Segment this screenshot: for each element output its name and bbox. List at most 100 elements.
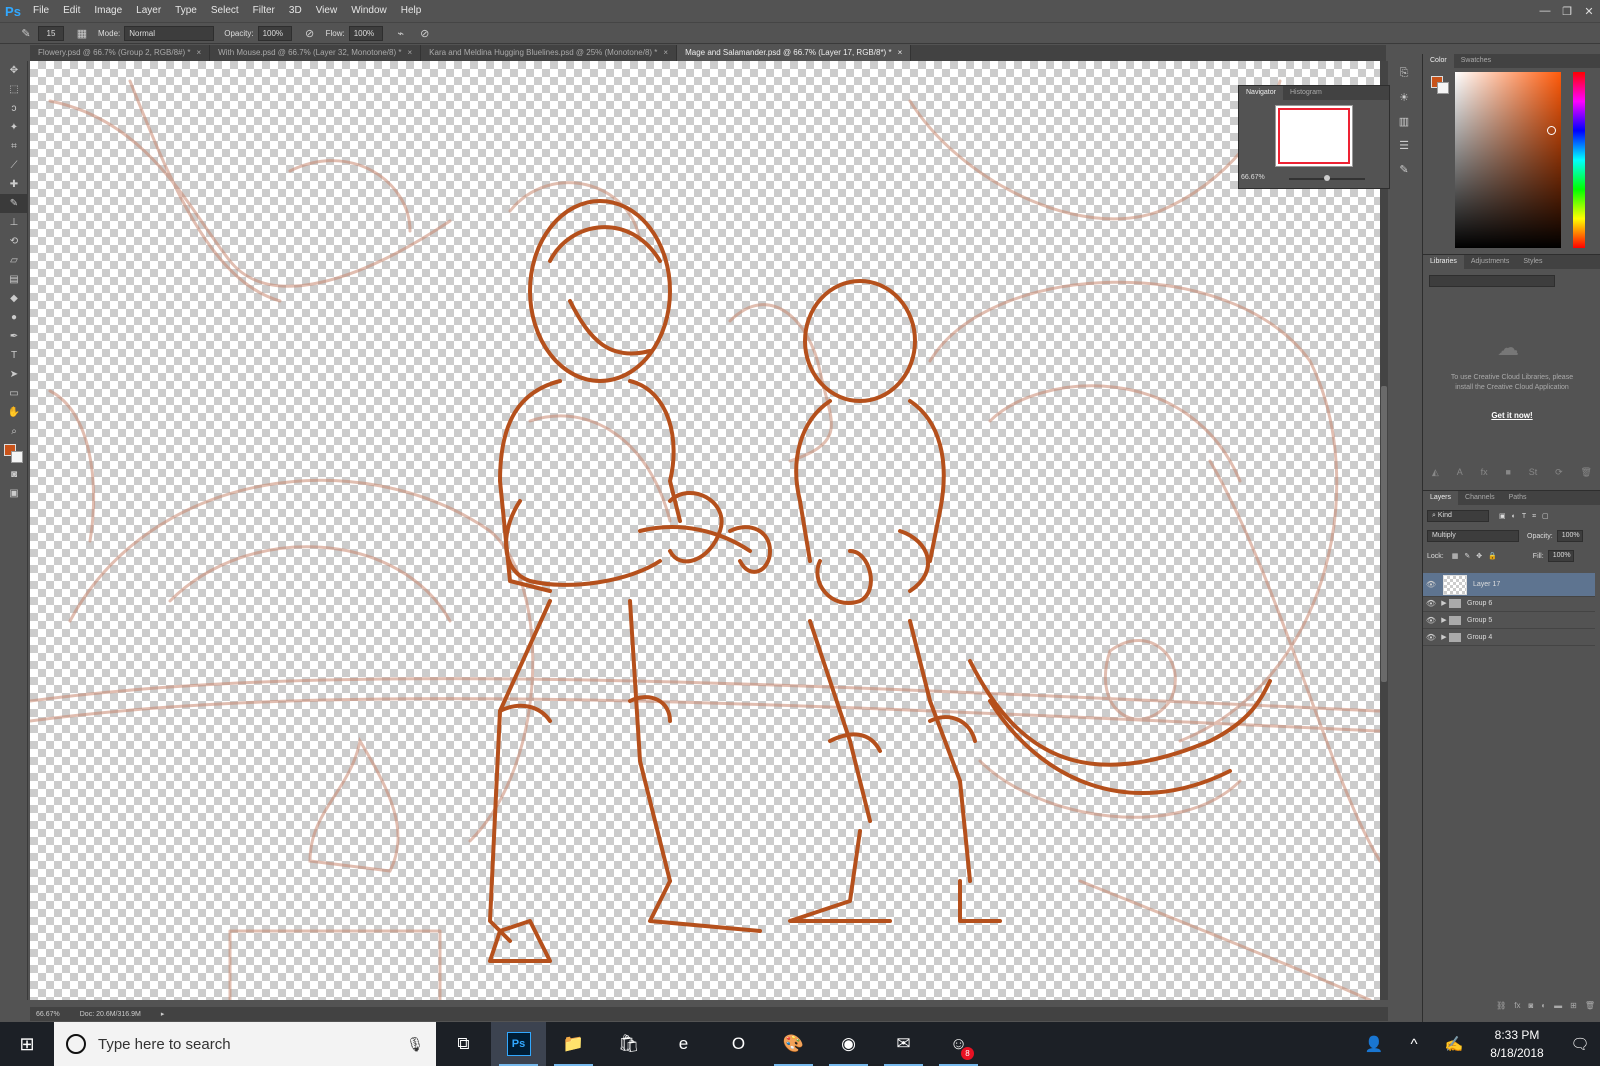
tab-color[interactable]: Color (1423, 54, 1454, 68)
pressure-opacity-icon[interactable]: ⊘ (302, 25, 318, 41)
link-layers-icon[interactable]: ⛓ (1496, 1001, 1506, 1015)
layer-row[interactable]: 👁 ▶ Group 6 (1423, 595, 1595, 612)
brush-preset-icon[interactable]: ✎ (18, 25, 34, 41)
histogram-panel-icon[interactable]: ▥ (1394, 109, 1414, 133)
menu-file[interactable]: File (26, 0, 56, 22)
menu-3d[interactable]: 3D (282, 0, 309, 22)
library-select[interactable] (1429, 275, 1555, 287)
path-select-icon[interactable]: ➤ (0, 365, 28, 384)
color-picker-field[interactable] (1455, 72, 1561, 248)
flow-input[interactable]: 100% (348, 25, 383, 41)
layer-style-icon[interactable]: fx (1514, 1001, 1520, 1015)
layer-row[interactable]: 👁 ▶ Group 4 (1423, 629, 1595, 646)
menu-window[interactable]: Window (344, 0, 394, 22)
layer-opacity-input[interactable]: 100% (1556, 530, 1583, 542)
pressure-size-icon[interactable]: ⊘ (417, 25, 433, 41)
expand-group-icon[interactable]: ▶ (1439, 633, 1449, 641)
tab-adjustments[interactable]: Adjustments (1464, 255, 1517, 269)
layer-row[interactable]: 👁 Layer 17 (1423, 573, 1595, 597)
layer-row[interactable]: 👁 ▶ Group 5 (1423, 612, 1595, 629)
minimize-button[interactable]: — (1534, 0, 1556, 22)
background-color-swatch[interactable] (11, 451, 23, 463)
menu-type[interactable]: Type (168, 0, 204, 22)
mode-select[interactable]: Normal (124, 25, 215, 41)
menu-image[interactable]: Image (87, 0, 129, 22)
vertical-scroll-thumb[interactable] (1381, 386, 1387, 682)
quick-mask-icon[interactable]: ◙ (0, 465, 28, 484)
status-arrow-icon[interactable]: ▸ (161, 1010, 165, 1018)
navigator-view-box[interactable] (1278, 108, 1350, 164)
store-taskbar-button[interactable]: 🛍 (601, 1022, 656, 1066)
mail-app-taskbar-button[interactable]: ✉ (876, 1022, 931, 1066)
visibility-eye-icon[interactable]: 👁 (1423, 633, 1439, 642)
photoshop-taskbar-button[interactable]: Ps (491, 1022, 546, 1066)
brush-panel-icon[interactable]: ✎ (1394, 157, 1414, 181)
menu-edit[interactable]: Edit (56, 0, 87, 22)
start-button[interactable]: ⊞ (0, 1022, 54, 1066)
screen-mode-icon[interactable]: ▣ (0, 484, 28, 503)
menu-layer[interactable]: Layer (129, 0, 168, 22)
paint-app-taskbar-button[interactable]: 🎨 (766, 1022, 821, 1066)
hue-slider[interactable] (1573, 72, 1585, 248)
tab-navigator[interactable]: Navigator (1239, 86, 1283, 100)
tab-mage-salamander[interactable]: Mage and Salamander.psd @ 66.7% (Layer 1… (677, 45, 912, 61)
tab-close-icon[interactable]: × (663, 48, 668, 57)
tab-styles[interactable]: Styles (1516, 255, 1549, 269)
filter-icons[interactable]: ▣◐T⌗▢ (1499, 512, 1555, 521)
add-layer-style-icon[interactable]: fx (1481, 467, 1488, 481)
brush-tool-icon[interactable]: ✎ (0, 194, 28, 213)
healing-brush-icon[interactable]: ✚ (0, 175, 28, 194)
taskbar-search[interactable]: Type here to search 🎙 (54, 1022, 436, 1066)
expand-group-icon[interactable]: ▶ (1439, 616, 1449, 624)
opacity-input[interactable]: 100% (257, 25, 292, 41)
properties-panel-icon[interactable]: ☰ (1394, 133, 1414, 157)
notifications-icon[interactable]: 🗨 (1560, 1035, 1600, 1053)
dodge-tool-icon[interactable]: ● (0, 308, 28, 327)
menu-filter[interactable]: Filter (246, 0, 282, 22)
stock-icon[interactable]: St (1529, 467, 1538, 481)
crop-tool-icon[interactable]: ⌗ (0, 137, 28, 156)
sync-icon[interactable]: ⟳ (1555, 467, 1563, 481)
color-picker-cursor[interactable] (1547, 126, 1556, 135)
clock[interactable]: 8:33 PM 8/18/2018 (1474, 1026, 1560, 1062)
stamp-tool-icon[interactable]: ⊥ (0, 213, 28, 232)
fill-input[interactable]: 100% (1547, 550, 1574, 562)
brush-panel-icon[interactable]: ▦ (74, 25, 90, 41)
history-brush-icon[interactable]: ⟲ (0, 232, 28, 251)
tab-close-icon[interactable]: × (898, 48, 903, 57)
zoom-tool-icon[interactable]: ⌕ (0, 422, 28, 441)
layer-thumbnail[interactable] (1443, 574, 1467, 595)
lock-icons[interactable]: ▦✎✥🔒 (1452, 552, 1503, 560)
eraser-icon[interactable]: ▱ (0, 251, 28, 270)
opera-taskbar-button[interactable]: O (711, 1022, 766, 1066)
tab-kara-meldina[interactable]: Kara and Meldina Hugging Bluelines.psd @… (421, 45, 678, 61)
tab-paths[interactable]: Paths (1502, 491, 1534, 505)
magic-wand-icon[interactable]: ✦ (0, 118, 28, 137)
gradient-tool-icon[interactable]: ▤ (0, 270, 28, 289)
history-panel-icon[interactable]: ⎘ (1394, 61, 1414, 85)
menu-view[interactable]: View (309, 0, 345, 22)
close-button[interactable]: ✕ (1578, 0, 1600, 22)
restore-button[interactable]: ❐ (1556, 0, 1578, 22)
show-hidden-icons[interactable]: ^ (1394, 1036, 1434, 1053)
people-icon[interactable]: 👤 (1354, 1035, 1394, 1053)
shape-tool-icon[interactable]: ▭ (0, 384, 28, 403)
layer-kind-filter[interactable]: ⌕ Kind (1427, 510, 1489, 522)
add-color-icon[interactable]: ■ (1505, 467, 1510, 481)
tab-close-icon[interactable]: × (196, 48, 201, 57)
adjustment-layer-icon[interactable]: ◐ (1541, 1001, 1546, 1015)
blur-tool-icon[interactable]: ◆ (0, 289, 28, 308)
new-layer-icon[interactable]: ⊞ (1570, 1001, 1577, 1015)
pen-tool-icon[interactable]: ✒ (0, 327, 28, 346)
tab-close-icon[interactable]: × (407, 48, 412, 57)
add-character-style-icon[interactable]: A (1457, 467, 1463, 481)
tab-layers[interactable]: Layers (1423, 491, 1459, 505)
task-view-taskbar-button[interactable]: ⧉ (436, 1022, 491, 1066)
airbrush-icon[interactable]: ⌁ (393, 25, 409, 41)
pen-workspace-icon[interactable]: ✍ (1434, 1035, 1474, 1053)
hand-tool-icon[interactable]: ✋ (0, 403, 28, 422)
trash-icon[interactable]: 🗑 (1581, 467, 1592, 481)
tab-channels[interactable]: Channels (1458, 491, 1502, 505)
file-explorer-taskbar-button[interactable]: 📁 (546, 1022, 601, 1066)
brush-size-picker[interactable]: 15 (38, 25, 64, 41)
